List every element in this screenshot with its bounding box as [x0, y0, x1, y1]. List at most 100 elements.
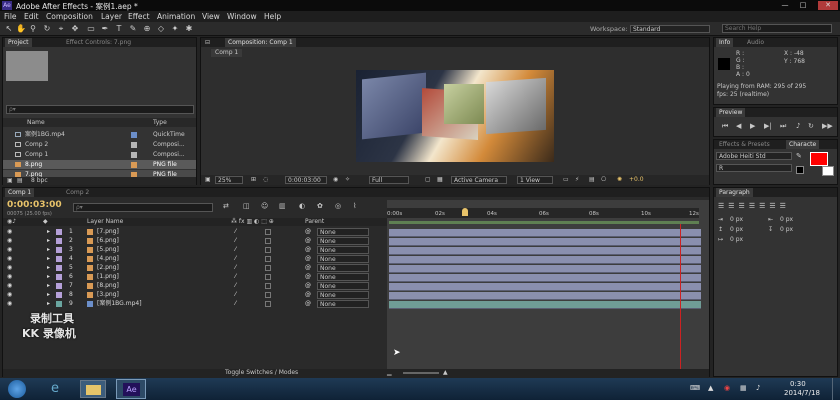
layer-row[interactable]: ◉ ▸ 7 [8.png] ⁄ @ None	[3, 282, 387, 290]
tab-comp1[interactable]: Comp 1	[5, 188, 35, 197]
collapse-switch-icon[interactable]: ⁄	[235, 273, 236, 281]
layer-row[interactable]: ◉ ▸ 8 [3.png] ⁄ @ None	[3, 291, 387, 299]
switch-box[interactable]	[265, 247, 271, 253]
show-snapshot-icon[interactable]: ✧	[345, 176, 350, 183]
tab-info[interactable]: Info	[716, 38, 734, 47]
layer-duration-bar[interactable]	[389, 274, 701, 282]
indent-right-icon[interactable]: ⇤	[768, 216, 773, 223]
space-after-icon[interactable]: ↧	[768, 226, 773, 233]
bpc-label[interactable]: 8 bpc	[31, 177, 48, 184]
label-color-swatch[interactable]	[56, 274, 62, 280]
menu-layer[interactable]: Layer	[101, 12, 122, 21]
label-color-swatch[interactable]	[56, 238, 62, 244]
rotate-tool-icon[interactable]: ↻	[42, 24, 52, 34]
layer-name[interactable]: [6.png]	[97, 237, 119, 245]
layer-duration-bar[interactable]	[389, 247, 701, 255]
ram-preview-icon[interactable]: ▶▶	[822, 122, 833, 130]
stroke-color-swatch[interactable]	[822, 166, 834, 176]
tab-effect-controls[interactable]: Effect Controls: 7.png	[63, 38, 134, 47]
new-folder-icon[interactable]: ▤	[17, 177, 23, 184]
magnification-select[interactable]: 25%	[215, 176, 243, 184]
parent-select[interactable]: None	[317, 300, 369, 308]
layer-name[interactable]: [3.png]	[97, 291, 119, 299]
tab-comp2[interactable]: Comp 2	[63, 188, 92, 197]
menu-composition[interactable]: Composition	[46, 12, 93, 21]
expand-triangle-icon[interactable]: ▸	[47, 291, 50, 299]
switch-box[interactable]	[265, 256, 271, 262]
hide-shy-icon[interactable]: ☺	[261, 202, 268, 210]
search-help-input[interactable]	[722, 24, 832, 33]
layer-duration-bar[interactable]	[389, 283, 701, 291]
next-frame-icon[interactable]: ▶|	[764, 122, 772, 130]
tab-preview[interactable]: Preview	[716, 108, 746, 117]
menu-window[interactable]: Window	[227, 12, 257, 21]
expand-triangle-icon[interactable]: ▸	[47, 228, 50, 236]
font-style-select[interactable]: R	[716, 164, 792, 172]
collapse-switch-icon[interactable]: ⁄	[235, 255, 236, 263]
first-line-indent-value[interactable]: 0 px	[730, 236, 743, 243]
camera-select[interactable]: Active Camera	[451, 176, 507, 184]
minimize-button[interactable]: —	[778, 1, 792, 10]
project-item[interactable]: Comp 2 Composi...	[3, 140, 196, 149]
project-search-input[interactable]	[6, 105, 194, 114]
label-color-swatch[interactable]	[56, 256, 62, 262]
label-color-swatch[interactable]	[131, 162, 137, 168]
comp-mini-flowchart-icon[interactable]: ⇄	[223, 202, 229, 210]
indent-left-value[interactable]: 0 px	[730, 216, 743, 223]
av-features-icon[interactable]: ◉♪	[7, 218, 16, 226]
parent-pickwhip-icon[interactable]: @	[305, 282, 311, 290]
switch-box[interactable]	[265, 283, 271, 289]
collapse-switch-icon[interactable]: ⁄	[235, 291, 236, 299]
resolution-select[interactable]: Full	[369, 176, 409, 184]
label-color-swatch[interactable]	[56, 301, 62, 307]
layer-row[interactable]: ◉ ▸ 1 [7.png] ⁄ @ None	[3, 228, 387, 236]
switch-box[interactable]	[265, 238, 271, 244]
toggle-pixel-aspect-icon[interactable]: ▭	[563, 176, 569, 183]
tab-composition-comp1[interactable]: Composition: Comp 1	[225, 38, 296, 47]
switch-box[interactable]	[265, 292, 271, 298]
parent-select[interactable]: None	[317, 228, 369, 236]
layer-duration-bar[interactable]	[389, 292, 701, 300]
zoom-tool-icon[interactable]: ⚲	[28, 24, 38, 34]
layer-duration-bar[interactable]	[389, 229, 701, 237]
motion-blur-icon[interactable]: ◐	[299, 202, 305, 210]
eye-icon[interactable]: ◉	[7, 228, 12, 236]
menu-file[interactable]: File	[4, 12, 17, 21]
clock-date[interactable]: 2014/7/18	[784, 389, 820, 397]
volume-icon[interactable]: ♪	[756, 384, 760, 392]
project-item[interactable]: Comp 1 Composi...	[3, 150, 196, 159]
start-button[interactable]	[8, 380, 26, 398]
space-before-value[interactable]: 0 px	[730, 226, 743, 233]
label-color-swatch[interactable]	[131, 152, 137, 158]
pan-behind-tool-icon[interactable]: ✥	[70, 24, 80, 34]
collapse-switch-icon[interactable]: ⁄	[235, 300, 236, 308]
layer-row[interactable]: ◉ ▸ 9 [案例1BG.mp4] ⁄ @ None	[3, 300, 387, 308]
brush-tool-icon[interactable]: ✎	[128, 24, 138, 34]
menu-animation[interactable]: Animation	[157, 12, 195, 21]
title-safe-icon[interactable]: ⊞	[251, 176, 256, 183]
switch-box[interactable]	[265, 274, 271, 280]
interpret-footage-icon[interactable]: ▣	[7, 177, 13, 184]
eye-icon[interactable]: ◉	[7, 282, 12, 290]
switch-box[interactable]	[265, 301, 271, 307]
expand-triangle-icon[interactable]: ▸	[47, 255, 50, 263]
show-hidden-icons[interactable]: ▲	[708, 384, 713, 392]
switch-box[interactable]	[265, 265, 271, 271]
zoom-out-icon[interactable]: ▁	[387, 369, 392, 376]
current-time[interactable]: 0:00:03:00	[7, 200, 62, 210]
pen-tool-icon[interactable]: ✒	[100, 24, 110, 34]
close-button[interactable]: ✕	[818, 1, 838, 10]
label-color-swatch[interactable]	[56, 283, 62, 289]
previous-frame-icon[interactable]: ◀	[736, 122, 741, 130]
layer-duration-bar[interactable]	[389, 265, 701, 273]
expand-triangle-icon[interactable]: ▸	[47, 300, 50, 308]
parent-pickwhip-icon[interactable]: @	[305, 300, 311, 308]
tab-effects-presets[interactable]: Effects & Presets	[716, 140, 773, 149]
recorder-tray-icon[interactable]: ◉	[724, 384, 730, 392]
ae-taskbar-button[interactable]: Ae	[116, 379, 146, 399]
graph-editor-icon[interactable]: ⌇	[353, 202, 356, 210]
explorer-taskbar-button[interactable]	[80, 380, 106, 398]
layer-row[interactable]: ◉ ▸ 6 [1.png] ⁄ @ None	[3, 273, 387, 281]
align-buttons-icon[interactable]: ☰☰☰☰☰☰☰	[718, 202, 790, 210]
tab-character[interactable]: Characte	[786, 140, 820, 149]
